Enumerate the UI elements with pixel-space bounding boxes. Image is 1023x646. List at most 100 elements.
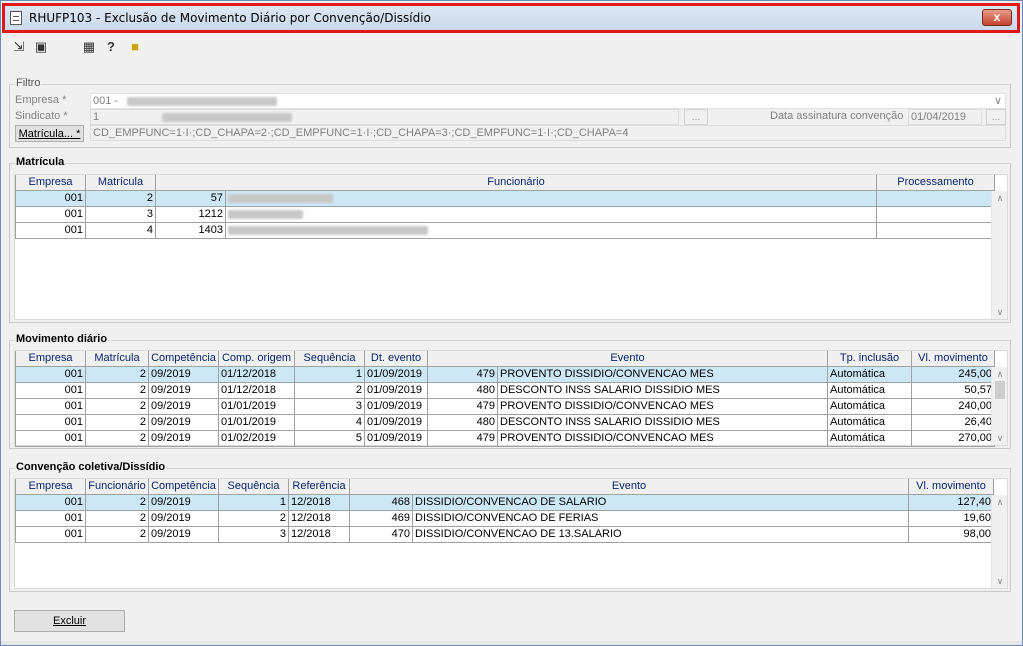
convencao-scrollbar[interactable]: ∧ ∨ (991, 495, 1007, 588)
cell-tp-inclusao: Automática (827, 365, 912, 383)
chevron-down-icon[interactable]: ∨ (994, 94, 1002, 108)
data-assinatura-field[interactable]: 01/04/2019 (908, 109, 982, 125)
movimento-table: Empresa Matrícula Competência Comp. orig… (15, 351, 995, 447)
table-row[interactable]: 001 2 09/2019 2 12/2018 469 DISSIDIO/CON… (15, 509, 994, 527)
col-comp-origem[interactable]: Comp. origem (218, 351, 295, 367)
exit-door-icon[interactable]: ■ (127, 39, 143, 55)
scroll-down-icon[interactable]: ∨ (992, 574, 1008, 588)
matricula-button[interactable]: Matrícula... * (15, 125, 84, 142)
sindicato-name-redacted (162, 112, 293, 122)
cell-func-name (225, 189, 877, 207)
matricula-title: Matrícula (15, 156, 66, 168)
scroll-up-icon[interactable]: ∧ (992, 191, 1008, 205)
matricula-field[interactable]: CD_EMPFUNC=1·I·;CD_CHAPA=2·;CD_EMPFUNC=1… (90, 125, 1006, 141)
table-row[interactable]: 001 2 09/2019 3 12/2018 470 DISSIDIO/CON… (15, 525, 994, 543)
col-competencia[interactable]: Competência (148, 351, 219, 367)
navigate-icon[interactable]: ⇲ (11, 39, 27, 55)
movimento-title: Movimento diário (15, 333, 109, 345)
cell-evento-cod: 480 (427, 381, 498, 399)
cell-comp-origem: 01/02/2019 (218, 429, 295, 447)
cell-dt-evento: 01/09/2019 (364, 397, 428, 415)
cell-funcionario: 2 (85, 509, 149, 527)
table-row[interactable]: 001 2 09/2019 01/12/2018 2 01/09/2019 48… (15, 381, 995, 399)
cell-matricula: 2 (85, 189, 156, 207)
close-button[interactable]: x (982, 9, 1012, 26)
empresa-label: Empresa * (15, 94, 67, 106)
table-row[interactable]: 001 2 09/2019 01/01/2019 4 01/09/2019 48… (15, 413, 995, 431)
col-vl-movimento[interactable]: Vl. movimento (911, 351, 995, 367)
scroll-up-icon[interactable]: ∧ (992, 367, 1008, 381)
cell-evento: DESCONTO INSS SALARIO DISSIDIO MES (497, 381, 828, 399)
table-row[interactable]: 001 4 1403 (15, 221, 995, 239)
grid-icon[interactable]: ▦ (81, 39, 97, 55)
col-sequencia[interactable]: Sequência (218, 479, 289, 495)
cell-competencia: 09/2019 (148, 525, 219, 543)
movimento-scrollbar[interactable]: ∧ ∨ (991, 367, 1007, 445)
scroll-thumb[interactable] (995, 381, 1005, 399)
col-referencia[interactable]: Referência (288, 479, 350, 495)
cell-empresa: 001 (15, 509, 86, 527)
cell-comp-origem: 01/01/2019 (218, 397, 295, 415)
table-row[interactable]: 001 2 09/2019 01/01/2019 3 01/09/2019 47… (15, 397, 995, 415)
col-processamento[interactable]: Processamento (876, 175, 995, 191)
col-matricula[interactable]: Matrícula (85, 175, 156, 191)
matricula-group: Matrícula Empresa Matrícula Funcionário … (9, 156, 1011, 323)
cell-comp-origem: 01/01/2019 (218, 413, 295, 431)
scroll-down-icon[interactable]: ∨ (992, 431, 1008, 445)
cell-sequencia: 2 (218, 509, 289, 527)
sindicato-value: 1 (93, 111, 100, 123)
table-row[interactable]: 001 2 09/2019 01/12/2018 1 01/09/2019 47… (15, 365, 995, 383)
col-evento[interactable]: Evento (427, 351, 828, 367)
col-empresa[interactable]: Empresa (15, 175, 86, 191)
cell-dt-evento: 01/09/2019 (364, 381, 428, 399)
cell-empresa: 001 (15, 413, 86, 431)
table-row[interactable]: 001 2 57 (15, 189, 995, 207)
cell-sequencia: 3 (218, 525, 289, 543)
col-competencia[interactable]: Competência (148, 479, 219, 495)
cell-processamento (876, 189, 995, 207)
col-matricula[interactable]: Matrícula (85, 351, 149, 367)
table-row[interactable]: 001 2 09/2019 1 12/2018 468 DISSIDIO/CON… (15, 493, 994, 511)
cell-func-name (225, 221, 877, 239)
cell-tp-inclusao: Automática (827, 381, 912, 399)
col-funcionario[interactable]: Funcionário (155, 175, 877, 191)
cell-matricula: 2 (85, 413, 149, 431)
cell-referencia: 12/2018 (288, 525, 350, 543)
cell-func-code: 57 (155, 189, 226, 207)
date-picker-button[interactable]: … (986, 109, 1006, 125)
sindicato-lookup-button[interactable]: … (684, 109, 708, 125)
convencao-title: Convenção coletiva/Dissídio (15, 461, 167, 473)
cell-evento: PROVENTO DISSIDIO/CONVENCAO MES (497, 397, 828, 415)
scroll-up-icon[interactable]: ∧ (992, 495, 1008, 509)
matricula-scrollbar[interactable]: ∧ ∨ (991, 191, 1007, 319)
table-row[interactable]: 001 2 09/2019 01/02/2019 5 01/09/2019 47… (15, 429, 995, 447)
cell-evento-cod: 479 (427, 365, 498, 383)
func-name-redacted (228, 209, 303, 219)
cell-evento: PROVENTO DISSIDIO/CONVENCAO MES (497, 429, 828, 447)
col-vl-movimento[interactable]: Vl. movimento (908, 479, 994, 495)
scroll-down-icon[interactable]: ∨ (992, 305, 1008, 319)
help-icon[interactable]: ? (103, 39, 119, 55)
layout-icon[interactable]: ▣ (33, 39, 49, 55)
col-dt-evento[interactable]: Dt. evento (364, 351, 428, 367)
col-empresa[interactable]: Empresa (15, 351, 86, 367)
col-funcionario[interactable]: Funcionário (85, 479, 149, 495)
col-evento[interactable]: Evento (349, 479, 909, 495)
sindicato-field[interactable]: 1 (90, 109, 679, 125)
cell-empresa: 001 (15, 493, 86, 511)
main-window: RHUFP103 - Exclusão de Movimento Diário … (0, 0, 1023, 646)
cell-dt-evento: 01/09/2019 (364, 429, 428, 447)
cell-sequencia: 5 (294, 429, 365, 447)
cell-referencia: 12/2018 (288, 493, 350, 511)
col-empresa[interactable]: Empresa (15, 479, 86, 495)
col-sequencia[interactable]: Sequência (294, 351, 365, 367)
cell-competencia: 09/2019 (148, 493, 219, 511)
movimento-group: Movimento diário Empresa Matrícula Compe… (9, 333, 1011, 449)
matricula-grid: Empresa Matrícula Funcionário Processame… (14, 174, 1008, 320)
table-row[interactable]: 001 3 1212 (15, 205, 995, 223)
empresa-field[interactable]: 001 - ∨ (90, 93, 1006, 109)
excluir-button[interactable]: Excluir (14, 610, 125, 632)
cell-processamento (876, 205, 995, 223)
col-tp-inclusao[interactable]: Tp. inclusão (827, 351, 912, 367)
cell-evento: DESCONTO INSS SALARIO DISSIDIO MES (497, 413, 828, 431)
